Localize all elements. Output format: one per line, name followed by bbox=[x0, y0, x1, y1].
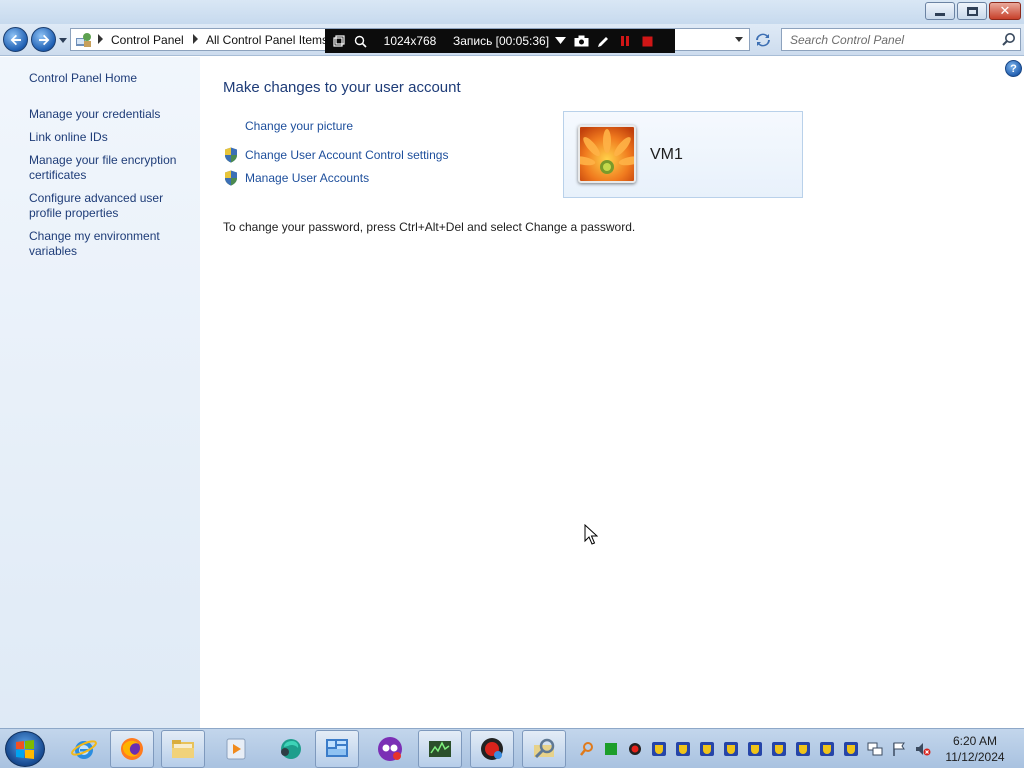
breadcrumb-all-items[interactable]: All Control Panel Items bbox=[206, 33, 328, 47]
uac-shield-icon bbox=[225, 147, 237, 163]
search-box[interactable] bbox=[781, 28, 1021, 51]
tray-app-icon[interactable] bbox=[722, 740, 740, 758]
breadcrumb-separator-icon[interactable] bbox=[98, 34, 103, 44]
game-icon bbox=[378, 737, 402, 761]
fit-window-icon[interactable] bbox=[328, 29, 350, 53]
breadcrumb-separator-icon[interactable] bbox=[193, 34, 198, 44]
pen-icon[interactable] bbox=[592, 29, 614, 53]
refresh-icon bbox=[756, 33, 770, 47]
internet-explorer-icon bbox=[71, 740, 97, 759]
windows-logo-icon bbox=[16, 740, 34, 759]
chevron-down-icon[interactable] bbox=[735, 37, 743, 42]
taskbar-game-app[interactable] bbox=[368, 730, 412, 768]
user-picture-flower-icon[interactable] bbox=[578, 125, 636, 183]
manage-user-accounts-link[interactable]: Manage User Accounts bbox=[245, 171, 369, 185]
uac-settings-link[interactable]: Change User Account Control settings bbox=[245, 148, 448, 162]
search-input[interactable] bbox=[782, 29, 996, 50]
control-panel-icon bbox=[76, 33, 91, 47]
close-icon: ✕ bbox=[999, 3, 1011, 19]
back-button[interactable] bbox=[3, 27, 28, 52]
arrow-right-icon bbox=[38, 34, 49, 45]
tray-app-icon[interactable] bbox=[650, 740, 668, 758]
taskbar-media-player[interactable] bbox=[214, 730, 258, 768]
tray-app-icon[interactable] bbox=[746, 740, 764, 758]
refresh-button[interactable] bbox=[752, 30, 774, 50]
chevron-down-icon[interactable] bbox=[550, 29, 570, 53]
uac-shield-icon bbox=[225, 170, 237, 186]
stop-icon[interactable] bbox=[636, 29, 658, 53]
change-environment-variables-link[interactable]: Change my environment variables bbox=[29, 229, 194, 259]
manage-credentials-link[interactable]: Manage your credentials bbox=[29, 107, 194, 122]
recording-size: 1024x768 bbox=[383, 34, 437, 48]
folder-icon bbox=[172, 740, 194, 758]
mouse-cursor-icon bbox=[584, 524, 598, 545]
green-status-icon[interactable] bbox=[602, 740, 620, 758]
tray-app-icon[interactable] bbox=[842, 740, 860, 758]
change-picture-link[interactable]: Change your picture bbox=[245, 119, 353, 133]
media-player-icon bbox=[226, 738, 246, 760]
tray-app-icon[interactable] bbox=[770, 740, 788, 758]
minimize-icon bbox=[935, 12, 945, 16]
search-icon[interactable] bbox=[1001, 32, 1016, 47]
taskbar-control-panel[interactable] bbox=[522, 730, 566, 768]
taskbar: 6:20 AM 11/12/2024 bbox=[0, 728, 1024, 768]
close-button[interactable]: ✕ bbox=[989, 2, 1021, 20]
link-online-ids-link[interactable]: Link online IDs bbox=[29, 130, 194, 145]
volume-muted-icon[interactable] bbox=[914, 740, 932, 758]
recording-status: Запись [00:05:36] bbox=[452, 34, 550, 48]
taskbar-network-monitor[interactable] bbox=[418, 730, 462, 768]
firefox-icon bbox=[121, 738, 143, 760]
taskbar-messenger[interactable] bbox=[268, 730, 312, 768]
messenger-icon bbox=[281, 739, 301, 759]
page-title: Make changes to your user account bbox=[223, 79, 461, 96]
taskbar-file-explorer[interactable] bbox=[161, 730, 205, 768]
maximize-icon bbox=[966, 6, 978, 16]
breadcrumb-control-panel[interactable]: Control Panel bbox=[111, 33, 184, 47]
user-name: VM1 bbox=[650, 146, 683, 163]
tray-app-icon[interactable] bbox=[818, 740, 836, 758]
tray-app-icon[interactable] bbox=[698, 740, 716, 758]
taskbar-clock[interactable]: 6:20 AM 11/12/2024 bbox=[940, 733, 1010, 765]
taskbar-record-app[interactable] bbox=[470, 730, 514, 768]
pause-icon[interactable] bbox=[614, 29, 636, 53]
start-button[interactable] bbox=[5, 731, 45, 767]
action-center-flag-icon[interactable] bbox=[890, 740, 908, 758]
clock-time: 6:20 AM bbox=[952, 734, 998, 748]
arrow-left-icon bbox=[10, 34, 21, 45]
search-tray-icon[interactable] bbox=[578, 740, 596, 758]
zoom-icon[interactable] bbox=[350, 29, 370, 53]
record-indicator-icon[interactable] bbox=[626, 740, 644, 758]
user-account-card: VM1 bbox=[563, 111, 803, 198]
network-icon[interactable] bbox=[866, 740, 884, 758]
screen-recorder-toolbar: 1024x768 Запись [00:05:36] bbox=[325, 29, 675, 53]
configure-profile-properties-link[interactable]: Configure advanced user profile properti… bbox=[29, 191, 194, 221]
network-monitor-icon bbox=[429, 741, 451, 757]
taskbar-firefox[interactable] bbox=[110, 730, 154, 768]
tray-app-icon[interactable] bbox=[674, 740, 692, 758]
system-info-icon bbox=[326, 739, 348, 757]
manage-encryption-certificates-link[interactable]: Manage your file encryption certificates bbox=[29, 153, 194, 183]
taskbar-internet-explorer[interactable] bbox=[62, 730, 106, 768]
taskbar-system-info[interactable] bbox=[315, 730, 359, 768]
help-icon[interactable]: ? bbox=[1005, 60, 1022, 77]
window-titlebar: ✕ bbox=[0, 0, 1024, 24]
forward-button[interactable] bbox=[31, 27, 56, 52]
control-panel-icon bbox=[534, 738, 555, 759]
record-app-icon bbox=[481, 738, 503, 760]
recent-pages-dropdown[interactable] bbox=[58, 34, 68, 46]
camera-icon[interactable] bbox=[570, 29, 592, 53]
maximize-button[interactable] bbox=[957, 2, 987, 20]
clock-date: 11/12/2024 bbox=[945, 750, 1005, 764]
minimize-button[interactable] bbox=[925, 2, 955, 20]
tasks-pane: Control Panel Home Manage your credentia… bbox=[0, 57, 200, 728]
tray-app-icon[interactable] bbox=[794, 740, 812, 758]
control-panel-home-link[interactable]: Control Panel Home bbox=[29, 71, 194, 86]
password-instructions: To change your password, press Ctrl+Alt+… bbox=[223, 220, 636, 234]
